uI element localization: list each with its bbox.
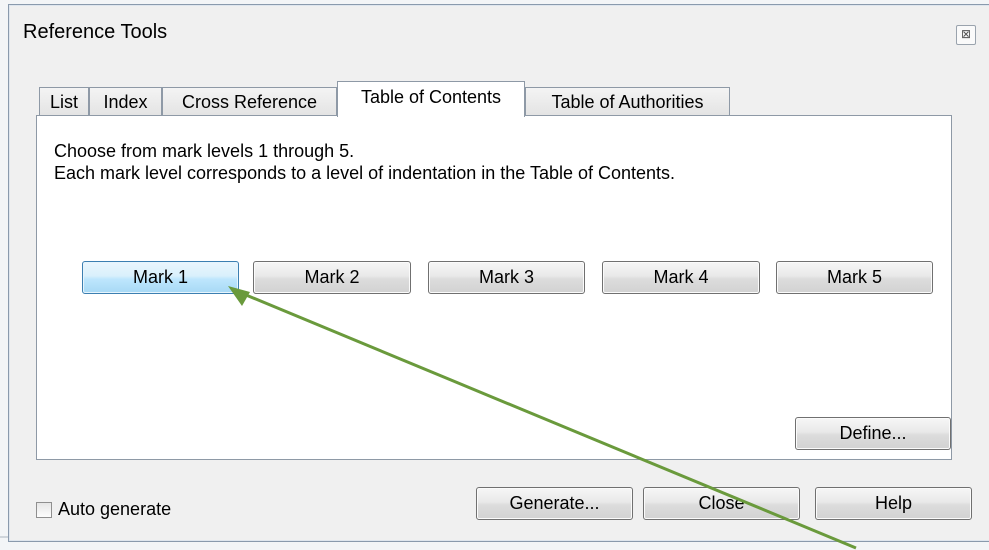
define-button[interactable]: Define... [795, 417, 951, 450]
title-bar: Reference Tools ⊠ [9, 5, 989, 55]
instruction-line-1: Choose from mark levels 1 through 5. [54, 141, 355, 161]
close-button[interactable]: Close [643, 487, 800, 520]
generate-button[interactable]: Generate... [476, 487, 633, 520]
auto-generate-checkbox[interactable] [36, 502, 52, 518]
mark-5-button[interactable]: Mark 5 [776, 261, 933, 294]
auto-generate-label: Auto generate [58, 499, 172, 519]
help-button[interactable]: Help [815, 487, 972, 520]
tab-table-of-contents[interactable]: Table of Contents [337, 81, 525, 117]
reference-tools-dialog: Reference Tools ⊠ List Index Cross Refer… [8, 4, 989, 542]
dialog-title: Reference Tools [23, 21, 168, 43]
mark-4-button[interactable]: Mark 4 [602, 261, 760, 294]
tab-index[interactable]: Index [89, 87, 162, 116]
table-of-contents-panel: Choose from mark levels 1 through 5. Eac… [36, 115, 952, 460]
mark-3-button[interactable]: Mark 3 [428, 261, 585, 294]
tab-cross-reference[interactable]: Cross Reference [162, 87, 337, 116]
instruction-line-2: Each mark level corresponds to a level o… [54, 163, 676, 183]
instructions: Choose from mark levels 1 through 5. Eac… [54, 140, 675, 184]
mark-2-button[interactable]: Mark 2 [253, 261, 411, 294]
close-icon[interactable]: ⊠ [956, 25, 976, 45]
mark-1-button[interactable]: Mark 1 [82, 261, 239, 294]
tab-table-of-authorities[interactable]: Table of Authorities [525, 87, 730, 116]
tab-list[interactable]: List [39, 87, 89, 116]
